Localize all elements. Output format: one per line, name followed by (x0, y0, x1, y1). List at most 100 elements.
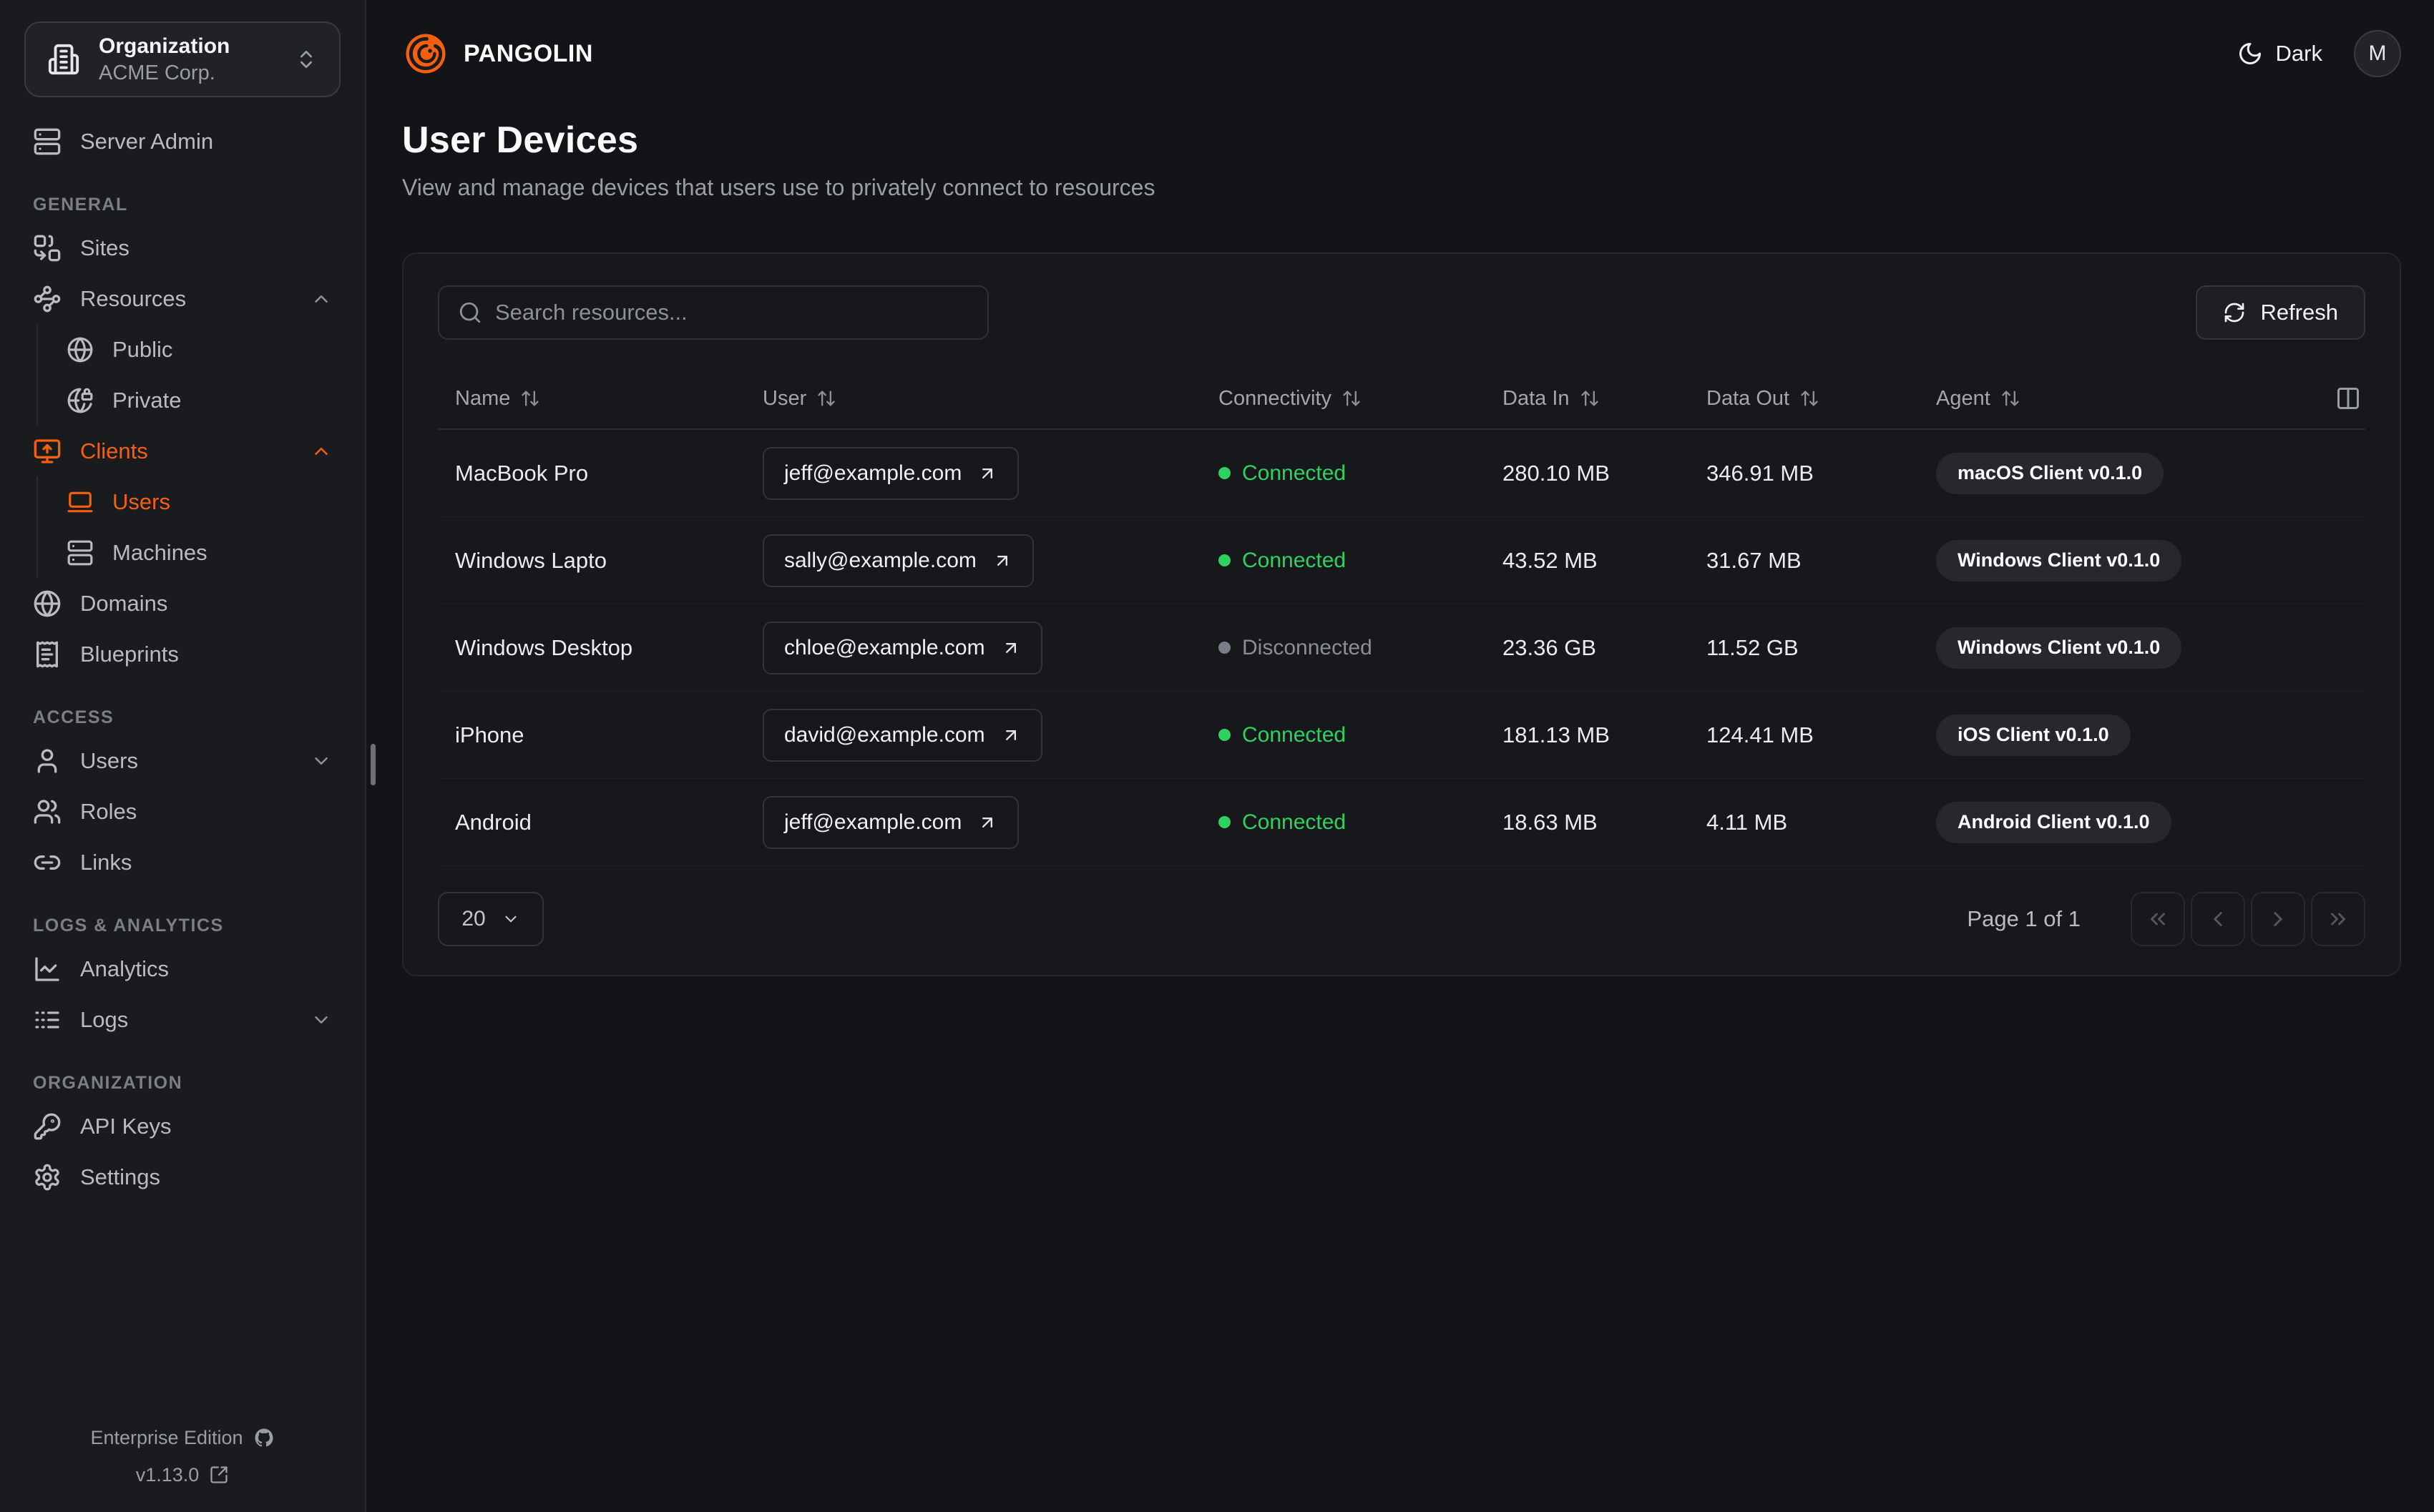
column-header-data-in[interactable]: Data In (1485, 387, 1689, 411)
section-header-logs-analytics: LOGS & ANALYTICS (33, 915, 224, 936)
chevron-up-icon (315, 295, 328, 303)
page-title: User Devices (402, 119, 639, 161)
column-header-connectivity[interactable]: Connectivity (1201, 387, 1485, 411)
globe-lock-icon (67, 388, 93, 413)
sidebar-item-roles[interactable]: Roles (24, 786, 341, 837)
pagination-buttons (2131, 892, 2365, 946)
columns-toggle-button[interactable] (2335, 386, 2361, 411)
sidebar-item-blueprints[interactable]: Blueprints (24, 629, 341, 679)
user-link-button[interactable]: jeff@example.com (763, 446, 1020, 500)
section-header-organization: ORGANIZATION (33, 1073, 183, 1093)
data-out-value: 346.91 MB (1706, 460, 1814, 486)
table-footer: 20 Page 1 of 1 (438, 892, 2365, 946)
sidebar-item-label: Analytics (80, 956, 170, 981)
sidebar-item-public[interactable]: Public (38, 324, 341, 375)
arrow-up-right-icon (1005, 730, 1016, 740)
sidebar-item-settings[interactable]: Settings (24, 1152, 341, 1202)
user-email: jeff@example.com (784, 461, 962, 485)
edition-link[interactable]: Enterprise Edition (0, 1419, 365, 1456)
search-wrap (438, 285, 989, 340)
sort-icon (2002, 391, 2019, 406)
page-size-select[interactable]: 20 (438, 892, 544, 946)
sidebar-item-server-admin[interactable]: Server Admin (24, 116, 341, 167)
sidebar-item-sites[interactable]: Sites (24, 222, 341, 273)
agent-badge: iOS Client v0.1.0 (1936, 714, 2131, 756)
user-email: chloe@example.com (784, 635, 985, 659)
sidebar-item-api-keys[interactable]: API Keys (24, 1101, 341, 1152)
gear-icon (35, 1164, 59, 1190)
chevron-left-icon (2214, 912, 2222, 926)
sidebar-item-label: Private (112, 387, 182, 413)
data-out-value: 31.67 MB (1706, 547, 1802, 573)
column-header-agent[interactable]: Agent (1919, 386, 2365, 411)
org-selector-value: ACME Corp. (99, 61, 215, 84)
sidebar-footer: Enterprise Edition v1.13.0 (0, 1419, 365, 1512)
sidebar-item-resources[interactable]: Resources (24, 273, 341, 324)
search-input[interactable] (438, 285, 989, 340)
org-selector[interactable]: Organization ACME Corp. (24, 21, 341, 97)
chevron-down-icon (315, 1016, 328, 1023)
version-link[interactable]: v1.13.0 (0, 1456, 365, 1493)
org-selector-text: Organization ACME Corp. (99, 32, 276, 87)
refresh-button[interactable]: Refresh (2196, 285, 2365, 340)
sidebar-item-logs[interactable]: Logs (24, 994, 341, 1045)
external-link-icon (210, 1466, 228, 1483)
sidebar-item-machines[interactable]: Machines (38, 527, 341, 578)
column-label: Name (455, 386, 511, 410)
device-name: iPhone (455, 722, 524, 747)
arrow-up-right-icon (982, 817, 993, 828)
sort-icon (522, 391, 539, 406)
column-header-data-out[interactable]: Data Out (1689, 387, 1919, 411)
sidebar-item-label: Roles (80, 798, 137, 824)
sidebar-item-users[interactable]: Users (24, 735, 341, 786)
sidebar-item-domains[interactable]: Domains (24, 578, 341, 629)
device-name: Android (455, 809, 532, 835)
data-out-value: 11.52 GB (1706, 634, 1799, 660)
section-header-general: GENERAL (33, 195, 128, 215)
arrow-up-right-icon (982, 468, 993, 478)
sidebar-nav: Server Admin GENERAL Sites Resources Pub… (0, 116, 365, 1419)
user-link-button[interactable]: david@example.com (763, 708, 1042, 762)
brand-logo[interactable]: PANGOLIN (402, 30, 593, 77)
data-in-value: 43.52 MB (1502, 547, 1598, 573)
user-link-button[interactable]: chloe@example.com (763, 621, 1042, 674)
first-page-button[interactable] (2131, 892, 2185, 946)
agent-badge: Windows Client v0.1.0 (1936, 627, 2182, 669)
building-icon (48, 44, 79, 75)
last-page-button[interactable] (2311, 892, 2365, 946)
data-out-value: 4.11 MB (1706, 809, 1788, 835)
users-icon (34, 799, 61, 824)
topbar: PANGOLIN Dark M (402, 0, 2401, 79)
agent-badge: macOS Client v0.1.0 (1936, 452, 2164, 494)
theme-label: Dark (2275, 41, 2322, 66)
user-link-button[interactable]: jeff@example.com (763, 795, 1020, 849)
sort-icon (1801, 391, 1818, 406)
status-label: Connected (1242, 722, 1346, 747)
chart-line-icon (35, 956, 59, 981)
sidebar-item-label: Blueprints (80, 641, 179, 667)
status-dot-icon (1218, 729, 1231, 741)
sidebar-item-links[interactable]: Links (24, 837, 341, 888)
next-page-button[interactable] (2251, 892, 2305, 946)
sidebar-item-clients-users[interactable]: Users (38, 476, 341, 527)
column-label: Data In (1502, 386, 1570, 410)
theme-toggle[interactable]: Dark (2237, 41, 2322, 67)
sidebar-item-clients[interactable]: Clients (24, 426, 341, 476)
avatar[interactable]: M (2354, 30, 2401, 77)
column-header-name[interactable]: Name (438, 387, 746, 411)
sidebar-item-label: Logs (80, 1006, 129, 1032)
pangolin-logo-icon (406, 34, 446, 74)
search-icon (459, 302, 481, 323)
moon-icon (2239, 43, 2261, 64)
status-label: Connected (1242, 548, 1346, 572)
column-label: Data Out (1706, 386, 1790, 410)
prev-page-button[interactable] (2191, 892, 2245, 946)
user-link-button[interactable]: sally@example.com (763, 534, 1034, 587)
sidebar-item-label: Settings (80, 1164, 161, 1189)
sidebar-item-private[interactable]: Private (38, 375, 341, 426)
sidebar-item-analytics[interactable]: Analytics (24, 943, 341, 994)
logs-icon (35, 1011, 59, 1029)
sidebar: Organization ACME Corp. Server Admin GEN… (0, 0, 366, 1512)
chevron-down-icon (505, 915, 517, 923)
column-header-user[interactable]: User (746, 387, 1201, 411)
